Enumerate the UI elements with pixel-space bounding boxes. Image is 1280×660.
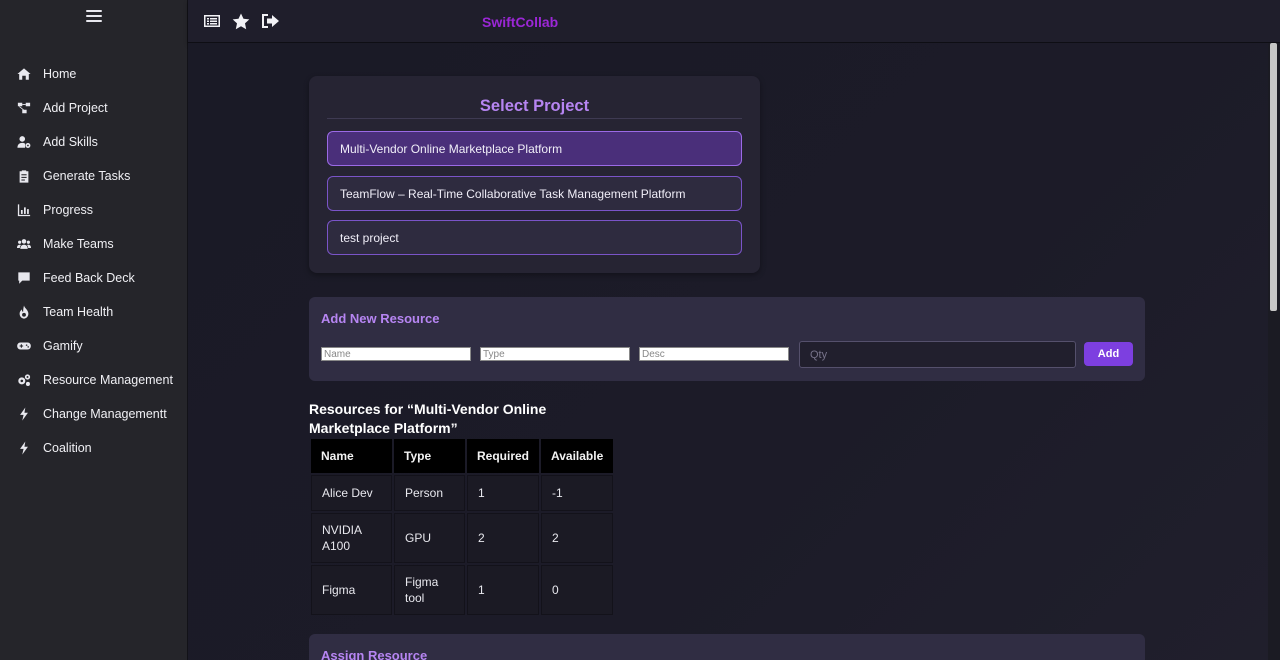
sidebar-nav: Home Add Project Add Skills Generate Tas…: [0, 57, 188, 465]
fire-icon: [16, 304, 32, 320]
add-resource-button[interactable]: Add: [1084, 342, 1133, 366]
table-cell: Alice Dev: [311, 475, 392, 511]
sidebar-item-label: Progress: [43, 203, 94, 217]
sidebar-item-label: Gamify: [43, 339, 83, 353]
table-cell: Figma: [311, 565, 392, 615]
sidebar-item-feedback-deck[interactable]: Feed Back Deck: [0, 261, 188, 295]
assign-resource-card: Assign Resource: [309, 634, 1145, 660]
table-row: Figma Figma tool 1 0: [311, 565, 614, 615]
user-gear-icon: [16, 134, 32, 150]
select-project-card: Select Project Multi-Vendor Online Marke…: [309, 76, 760, 273]
add-resource-card: Add New Resource Add: [309, 297, 1145, 381]
column-header: Name: [311, 439, 392, 473]
table-cell: -1: [541, 475, 614, 511]
main-content: Select Project Multi-Vendor Online Marke…: [188, 43, 1268, 660]
sidebar-item-label: Resource Management: [43, 373, 173, 387]
table-row: Alice Dev Person 1 -1: [311, 475, 614, 511]
gamepad-icon: [16, 338, 32, 354]
sidebar-item-coalition[interactable]: Coalition: [0, 431, 188, 465]
table-cell: 1: [467, 565, 540, 615]
resource-qty-input[interactable]: [799, 341, 1076, 368]
sidebar-item-label: Add Project: [43, 101, 108, 115]
star-icon[interactable]: [231, 12, 251, 30]
list-view-icon[interactable]: [202, 12, 222, 30]
brand-title[interactable]: SwiftCollab: [482, 14, 558, 30]
table-cell: Figma tool: [394, 565, 465, 615]
sidebar-item-make-teams[interactable]: Make Teams: [0, 227, 188, 261]
divider: [327, 118, 742, 119]
top-bar: SwiftCollab: [188, 0, 1280, 43]
sidebar-item-label: Team Health: [43, 305, 114, 319]
select-project-title: Select Project: [479, 97, 590, 115]
column-header: Required: [467, 439, 540, 473]
project-option[interactable]: test project: [327, 220, 742, 255]
clipboard-icon: [16, 168, 32, 184]
table-cell: NVIDIA A100: [311, 513, 392, 563]
table-header-row: Name Type Required Available: [311, 439, 614, 473]
table-cell: 0: [541, 565, 614, 615]
home-icon: [16, 66, 32, 82]
table-cell: 2: [467, 513, 540, 563]
bolt-icon: [16, 406, 32, 422]
table-cell: 1: [467, 475, 540, 511]
sidebar-item-generate-tasks[interactable]: Generate Tasks: [0, 159, 188, 193]
scrollbar-thumb[interactable]: [1270, 43, 1277, 311]
resource-type-input[interactable]: [480, 347, 630, 361]
bar-chart-icon: [16, 202, 32, 218]
hamburger-menu-icon[interactable]: [86, 8, 102, 24]
bolt-icon: [16, 440, 32, 456]
column-header: Available: [541, 439, 614, 473]
sidebar-item-team-health[interactable]: Team Health: [0, 295, 188, 329]
sidebar: Home Add Project Add Skills Generate Tas…: [0, 0, 188, 660]
sidebar-item-gamify[interactable]: Gamify: [0, 329, 188, 363]
resource-name-input[interactable]: [321, 347, 471, 361]
sidebar-item-label: Generate Tasks: [43, 169, 131, 183]
sidebar-item-progress[interactable]: Progress: [0, 193, 188, 227]
assign-resource-title: Assign Resource: [321, 648, 428, 660]
project-option[interactable]: Multi-Vendor Online Marketplace Platform: [327, 131, 742, 166]
cogs-icon: [16, 372, 32, 388]
users-icon: [16, 236, 32, 252]
table-cell: Person: [394, 475, 465, 511]
resources-title: Resources for “Multi-Vendor Online Marke…: [309, 401, 547, 436]
sidebar-item-change-management[interactable]: Change Managementt: [0, 397, 188, 431]
column-header: Type: [394, 439, 465, 473]
resource-desc-input[interactable]: [639, 347, 789, 361]
table-row: NVIDIA A100 GPU 2 2: [311, 513, 614, 563]
sidebar-item-resource-management[interactable]: Resource Management: [0, 363, 188, 397]
project-option[interactable]: TeamFlow – Real-Time Collaborative Task …: [327, 176, 742, 211]
sidebar-item-label: Make Teams: [43, 237, 114, 251]
project-diagram-icon: [16, 100, 32, 116]
add-resource-title: Add New Resource: [321, 311, 440, 326]
logout-icon[interactable]: [260, 12, 280, 30]
table-cell: GPU: [394, 513, 465, 563]
page-scrollbar[interactable]: [1268, 43, 1280, 660]
sidebar-item-add-project[interactable]: Add Project: [0, 91, 188, 125]
sidebar-item-home[interactable]: Home: [0, 57, 188, 91]
sidebar-item-label: Feed Back Deck: [43, 271, 135, 285]
sidebar-item-label: Coalition: [43, 441, 92, 455]
sidebar-item-label: Change Managementt: [43, 407, 167, 421]
sidebar-item-label: Home: [43, 67, 77, 81]
comment-icon: [16, 270, 32, 286]
resources-table: Name Type Required Available Alice Dev P…: [309, 437, 615, 617]
table-cell: 2: [541, 513, 614, 563]
sidebar-item-add-skills[interactable]: Add Skills: [0, 125, 188, 159]
sidebar-item-label: Add Skills: [43, 135, 98, 149]
